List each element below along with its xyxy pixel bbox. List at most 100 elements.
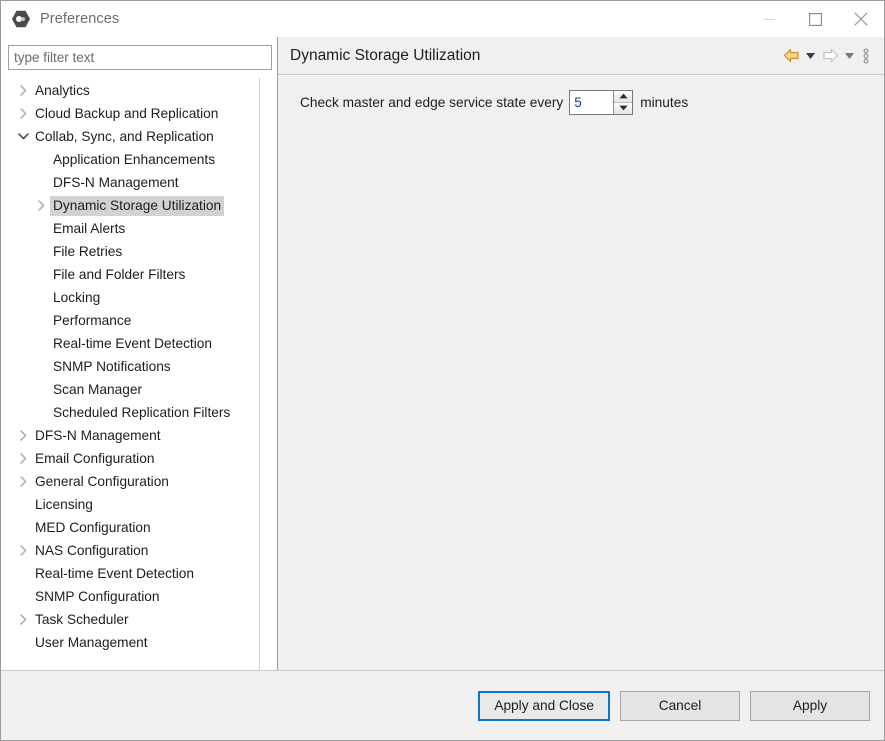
check-interval-input[interactable] (570, 90, 614, 114)
filter-input[interactable] (8, 45, 272, 70)
tree-item[interactable]: Licensing (9, 493, 259, 516)
tree-item-label: DFS-N Management (53, 174, 179, 190)
forward-history-dropdown[interactable] (841, 44, 858, 68)
chevron-right-icon[interactable] (15, 545, 32, 556)
tree-item[interactable]: Cloud Backup and Replication (9, 102, 259, 125)
maximize-icon (808, 12, 822, 26)
tree-item[interactable]: DFS-N Management (9, 424, 259, 447)
tree-item[interactable]: Dynamic Storage Utilization (9, 194, 259, 217)
chevron-right-icon[interactable] (33, 200, 50, 211)
tree-item-label: User Management (35, 634, 148, 650)
chevron-right-icon[interactable] (15, 614, 32, 625)
tree-item-label: Performance (53, 312, 132, 328)
tree-item-label: Analytics (35, 82, 90, 98)
check-interval-label: Check master and edge service state ever… (300, 94, 564, 110)
dialog-body: Analytics Cloud Backup and Replication Col… (1, 37, 884, 670)
page-content: Check master and edge service state ever… (278, 75, 884, 670)
page-title: Dynamic Storage Utilization (290, 46, 481, 64)
tree-item[interactable]: Real-time Event Detection (9, 562, 259, 585)
preferences-navigation-panel: Analytics Cloud Backup and Replication Col… (1, 37, 278, 670)
triangle-up-icon (619, 93, 628, 99)
triangle-down-icon (619, 105, 628, 111)
tree-item[interactable]: DFS-N Management (9, 171, 259, 194)
tree-item-label: General Configuration (35, 473, 169, 489)
tree-item-label: Task Scheduler (35, 611, 129, 627)
tree-vertical-scrollbar[interactable] (259, 78, 272, 670)
tree-item[interactable]: Email Configuration (9, 447, 259, 470)
page-header: Dynamic Storage Utilization (278, 37, 884, 75)
chevron-down-icon[interactable] (15, 133, 32, 140)
tree-item-label: Application Enhancements (53, 151, 216, 167)
maximize-button[interactable] (792, 1, 838, 37)
window-controls (746, 1, 884, 37)
chevron-right-icon[interactable] (15, 108, 32, 119)
tree-item[interactable]: SNMP Configuration (9, 585, 259, 608)
forward-button[interactable] (819, 44, 841, 68)
tree-item-label: Email Configuration (35, 450, 155, 466)
tree-item[interactable]: MED Configuration (9, 516, 259, 539)
tree-item[interactable]: NAS Configuration (9, 539, 259, 562)
tree-item[interactable]: File Retries (9, 240, 259, 263)
tree-item-label: Locking (53, 289, 101, 305)
preferences-hexagon-icon (12, 10, 30, 28)
tree-item-label: SNMP Configuration (35, 588, 160, 604)
chevron-right-icon[interactable] (15, 85, 32, 96)
tree-item-label: MED Configuration (35, 519, 151, 535)
tree-item-label: File and Folder Filters (53, 266, 186, 282)
tree-item-label: DFS-N Management (35, 427, 161, 443)
tree-item[interactable]: Locking (9, 286, 259, 309)
tree-item[interactable]: Analytics (9, 79, 259, 102)
tree-item-label: Licensing (35, 496, 93, 512)
check-interval-spinner[interactable] (569, 89, 634, 115)
tree-item-label: Collab, Sync, and Replication (35, 128, 214, 144)
check-interval-row: Check master and edge service state ever… (300, 89, 884, 115)
spinner-decrement-button[interactable] (614, 101, 633, 114)
tree-item-label: Real-time Event Detection (53, 335, 212, 351)
tree-item[interactable]: Collab, Sync, and Replication (9, 125, 259, 148)
tree-item[interactable]: Task Scheduler (9, 608, 259, 631)
tree-item[interactable]: Performance (9, 309, 259, 332)
tree-item[interactable]: User Management (9, 631, 259, 654)
page-view-menu-button[interactable] (858, 44, 874, 68)
minimize-button[interactable] (746, 1, 792, 37)
tree-item[interactable]: Application Enhancements (9, 148, 259, 171)
title-bar: Preferences (1, 1, 884, 37)
preferences-tree[interactable]: Analytics Cloud Backup and Replication Col… (9, 78, 259, 670)
back-arrow-icon (783, 48, 799, 63)
chevron-right-icon[interactable] (15, 476, 32, 487)
back-button[interactable] (780, 44, 802, 68)
preferences-dialog: Preferences Anal (0, 0, 885, 741)
cancel-button[interactable]: Cancel (620, 690, 740, 721)
preferences-tree-container: Analytics Cloud Backup and Replication Col… (8, 78, 272, 670)
tree-item[interactable]: Email Alerts (9, 217, 259, 240)
check-interval-unit-label: minutes (640, 94, 689, 110)
preference-page-panel: Dynamic Storage Utilization Check master… (278, 37, 884, 670)
tree-item-label: Email Alerts (53, 220, 126, 236)
tree-item-label: NAS Configuration (35, 542, 149, 558)
spinner-increment-button[interactable] (614, 90, 633, 102)
dialog-button-bar: Apply and Close Cancel Apply (1, 670, 884, 740)
chevron-down-icon (845, 52, 854, 59)
window-title: Preferences (40, 11, 120, 27)
close-button[interactable] (838, 1, 884, 37)
panel-divider (277, 37, 278, 670)
tree-item[interactable]: Scan Manager (9, 378, 259, 401)
back-history-dropdown[interactable] (802, 44, 819, 68)
vertical-dots-icon (863, 48, 869, 63)
tree-item[interactable]: SNMP Notifications (9, 355, 259, 378)
apply-button[interactable]: Apply (750, 690, 870, 721)
tree-item-label: Cloud Backup and Replication (35, 105, 219, 121)
tree-item-label: File Retries (53, 243, 123, 259)
tree-item-label: Dynamic Storage Utilization (50, 195, 225, 216)
tree-item[interactable]: File and Folder Filters (9, 263, 259, 286)
page-header-toolbar (780, 44, 874, 68)
tree-item[interactable]: Scheduled Replication Filters (9, 401, 259, 424)
minimize-icon (763, 18, 775, 20)
tree-item[interactable]: General Configuration (9, 470, 259, 493)
chevron-right-icon[interactable] (15, 430, 32, 441)
tree-item[interactable]: Real-time Event Detection (9, 332, 259, 355)
tree-item-label: Real-time Event Detection (35, 565, 194, 581)
chevron-right-icon[interactable] (15, 453, 32, 464)
tree-item-label: Scheduled Replication Filters (53, 404, 231, 420)
apply-and-close-button[interactable]: Apply and Close (478, 690, 610, 721)
